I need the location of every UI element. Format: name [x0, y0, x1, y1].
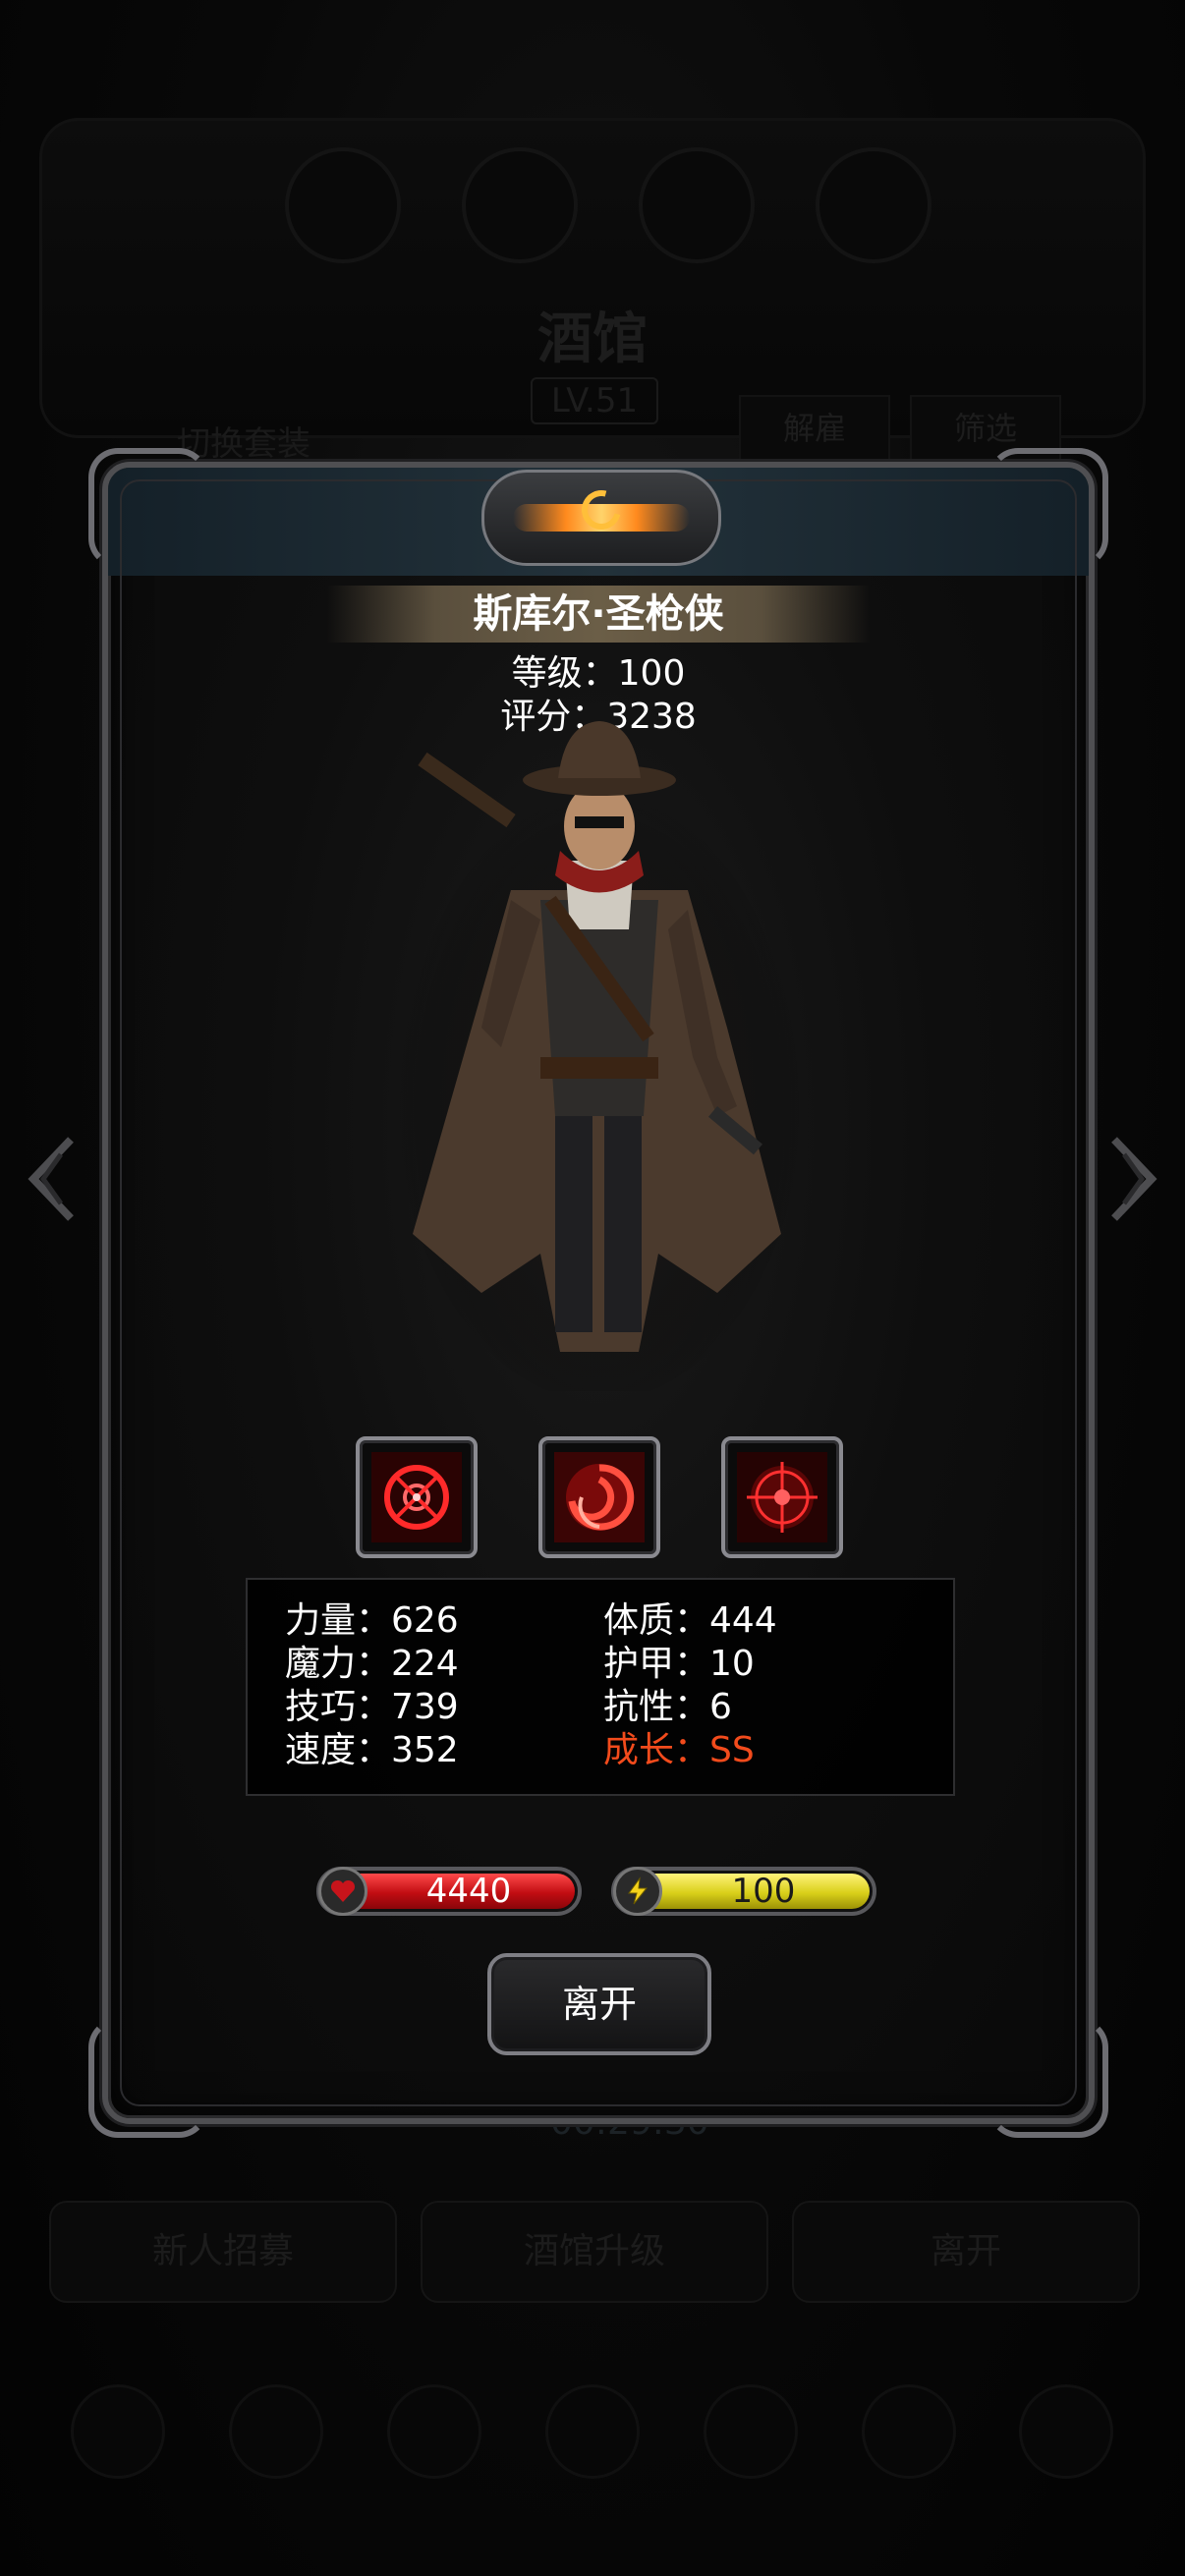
tavern-upgrade-button: 酒馆升级 — [421, 2201, 768, 2303]
stat-skill: 技巧：739 — [285, 1687, 459, 1727]
leave-button[interactable]: 离开 — [487, 1953, 711, 2055]
dismiss-tab: 解雇 — [739, 395, 890, 462]
hp-bar: 4440 — [316, 1867, 582, 1916]
hero-detail-dialog: 斯库尔·圣枪侠 等级：100 评分：3238 力量：626 魔力：224 技巧：… — [88, 448, 1108, 2138]
hero-stats-panel: 力量：626 魔力：224 技巧：739 速度：352 体质：444 护甲：10… — [246, 1578, 955, 1796]
hero-name: 斯库尔·圣枪侠 — [326, 586, 871, 643]
dock-icon — [71, 2384, 166, 2479]
next-hero-arrow-icon[interactable] — [1104, 1130, 1163, 1228]
energy-bar: 100 — [611, 1867, 876, 1916]
stat-resistance: 抗性：6 — [603, 1687, 732, 1727]
previous-hero-arrow-icon[interactable] — [22, 1130, 81, 1228]
dock-icon — [861, 2384, 956, 2479]
bottom-dock — [39, 2358, 1146, 2505]
tavern-slot-icon — [639, 147, 755, 263]
dock-icon — [229, 2384, 324, 2479]
dialog-crest-emblem-icon — [481, 470, 721, 566]
dock-icon — [387, 2384, 482, 2479]
target-skill-icon[interactable] — [721, 1436, 843, 1558]
stat-speed: 速度：352 — [285, 1730, 459, 1770]
tavern-slot-icon — [285, 147, 401, 263]
frame-corner-ornament — [988, 448, 1108, 568]
tavern-leave-button: 离开 — [792, 2201, 1140, 2303]
tavern-title: 酒馆 — [537, 308, 648, 371]
tavern-slot-icon — [816, 147, 931, 263]
vortex-skill-icon[interactable] — [538, 1436, 660, 1558]
hp-value: 4440 — [425, 1872, 512, 1911]
frame-corner-ornament — [88, 448, 208, 568]
stat-magic: 魔力：224 — [285, 1644, 459, 1684]
dock-icon — [703, 2384, 798, 2479]
stat-strength: 力量：626 — [285, 1600, 459, 1641]
gunslinger-portrait-icon — [393, 703, 806, 1401]
frame-corner-ornament — [988, 2018, 1108, 2138]
stat-armor: 护甲：10 — [603, 1644, 755, 1684]
stat-constitution: 体质：444 — [603, 1600, 777, 1641]
stat-growth: 成长：SS — [603, 1730, 755, 1770]
crosshair-skill-icon[interactable] — [356, 1436, 478, 1558]
dock-icon — [544, 2384, 640, 2479]
energy-value: 100 — [731, 1872, 796, 1911]
tavern-level: LV.51 — [531, 377, 658, 424]
new-recruit-button: 新人招募 — [49, 2201, 397, 2303]
tavern-slot-icon — [462, 147, 578, 263]
dock-icon — [1019, 2384, 1114, 2479]
frame-corner-ornament — [88, 2018, 208, 2138]
